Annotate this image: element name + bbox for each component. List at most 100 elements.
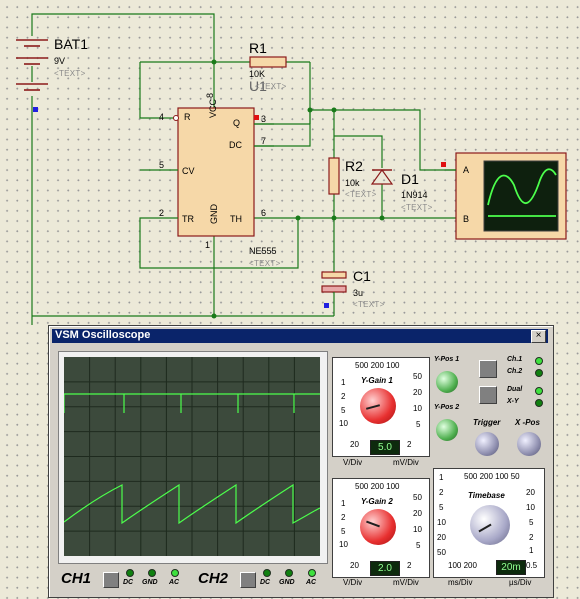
ch1-gnd-led: [148, 569, 156, 577]
pin-number-2: 2: [159, 208, 165, 218]
ygain2-left-10: 10: [339, 540, 348, 549]
pin-number-6: 6: [261, 208, 267, 218]
ygain1-top-scale: 500 200 100: [355, 361, 400, 370]
pin-number-8: 8: [205, 92, 215, 98]
pin-label-gnd: GND: [209, 204, 219, 224]
timebase-right-05: 0.5: [526, 561, 538, 570]
ygain1-knob-pointer: [365, 404, 381, 410]
ygain2-left-20: 20: [350, 561, 359, 570]
timebase-bottom-scale: 100 200: [448, 561, 477, 570]
ygain2-top-scale: 500 200 100: [355, 482, 400, 491]
ypos1-knob[interactable]: [436, 371, 458, 393]
timebase-usdiv: µs/Div: [509, 578, 532, 587]
ygain1-left-5: 5: [341, 406, 346, 415]
u1-text: <TEXT>: [249, 259, 281, 268]
bat1-name: BAT1: [54, 36, 88, 52]
ygain1-left-2: 2: [341, 392, 346, 401]
r2-value: 10k: [345, 178, 360, 188]
pin-label-dc: DC: [229, 140, 242, 150]
ygain1-vdiv: V/Div: [343, 458, 363, 467]
ygain1-right-50: 50: [413, 372, 422, 381]
scope-screen-frame: [58, 351, 328, 564]
ygain1-right-10: 10: [413, 404, 422, 413]
timebase-readout: 20m: [496, 560, 526, 575]
ygain1-panel: 500 200 100 1 2 5 10 20 50 20 10 5 2 Y-G…: [332, 357, 430, 457]
ypos2-label: Y-Pos 2: [434, 404, 460, 411]
mode-xy-led: [535, 399, 543, 407]
trigger-label: Trigger: [473, 418, 501, 427]
pin-label-tr: TR: [182, 214, 194, 224]
timebase-knob-pointer: [478, 523, 492, 533]
xpos-label: X -Pos: [515, 418, 540, 427]
ygain2-knob[interactable]: [360, 509, 396, 545]
mode-ch1-label: Ch.1: [507, 356, 523, 363]
ygain1-mvdiv: mV/Div: [393, 458, 419, 467]
timebase-knob[interactable]: [470, 505, 510, 545]
oscilloscope-window[interactable]: VSM Oscilloscope × CH1 DC GND AC CH2 DC …: [48, 325, 554, 598]
r1-name: R1: [249, 40, 267, 56]
pin-label-cv: CV: [182, 166, 195, 176]
mode-ch2-label: Ch.2: [507, 368, 523, 375]
ygain1-left-20: 20: [350, 440, 359, 449]
pin-label-q: Q: [233, 118, 241, 128]
ypos2-knob[interactable]: [436, 419, 458, 441]
pin-number-7: 7: [261, 136, 267, 146]
mode-ch2-led: [535, 369, 543, 377]
d1-value: 1N914: [401, 190, 428, 200]
timebase-right-5: 5: [529, 518, 534, 527]
d1-text: <TEXT>: [401, 203, 433, 212]
ygain1-knob[interactable]: [360, 388, 396, 424]
ch2-dc-led: [263, 569, 271, 577]
timebase-title: Timebase: [468, 491, 505, 500]
mode-ch1-led: [535, 357, 543, 365]
pin-number-4: 4: [159, 112, 165, 122]
c1-name: C1: [353, 268, 371, 284]
ch1-ac-label: AC: [169, 579, 180, 586]
timebase-left-2: 2: [439, 488, 444, 497]
timebase-left-20: 20: [437, 533, 446, 542]
bat1-text: <TEXT>: [54, 69, 86, 78]
ygain1-left-10: 10: [339, 419, 348, 428]
mode-select-button[interactable]: [479, 386, 497, 404]
r2-text: <TEXT>: [345, 190, 377, 199]
oscilloscope-titlebar[interactable]: VSM Oscilloscope ×: [52, 329, 548, 343]
ygain2-left-1: 1: [341, 499, 346, 508]
window-title: VSM Oscilloscope: [55, 329, 151, 341]
timebase-top-scale: 500 200 100 50: [464, 472, 520, 481]
timebase-right-1: 1: [529, 546, 534, 555]
timebase-right-2: 2: [529, 533, 534, 542]
scope-display: [63, 357, 321, 556]
ch1-dc-led: [126, 569, 134, 577]
pin-number-1: 1: [205, 240, 211, 250]
mode-dual-led: [535, 387, 543, 395]
ygain2-title: Y-Gain 2: [361, 497, 393, 506]
timebase-left-50: 50: [437, 548, 446, 557]
ygain2-right-10: 10: [413, 525, 422, 534]
ch2-label: CH2: [198, 570, 229, 587]
timebase-left-5: 5: [439, 503, 444, 512]
ch2-gnd-led: [285, 569, 293, 577]
ygain1-right-5: 5: [416, 420, 421, 429]
scope-input-a: A: [463, 165, 470, 175]
ch2-coupling-button[interactable]: [240, 572, 256, 588]
pin-number-3: 3: [261, 114, 267, 124]
ygain1-left-1: 1: [341, 378, 346, 387]
ch2-dc-label: DC: [260, 579, 271, 586]
r1-text: <TEXT>: [255, 82, 287, 91]
scope-traces: [63, 357, 321, 556]
pin-number-5: 5: [159, 160, 165, 170]
r2-name: R2: [345, 158, 363, 174]
ch1-dc-label: DC: [123, 579, 134, 586]
close-button[interactable]: ×: [531, 330, 546, 343]
channel-select-button[interactable]: [479, 360, 497, 378]
ygain1-readout: 5.0: [370, 440, 400, 455]
ch1-coupling-button[interactable]: [103, 572, 119, 588]
xpos-knob[interactable]: [517, 432, 541, 456]
timebase-right-20: 20: [526, 488, 535, 497]
ygain2-left-5: 5: [341, 527, 346, 536]
timebase-panel: 500 200 100 50 1 2 5 10 20 50 20 10 5 2 …: [433, 468, 545, 578]
ch1-ac-led: [171, 569, 179, 577]
mode-xy-label: X-Y: [507, 398, 519, 405]
trigger-knob[interactable]: [475, 432, 499, 456]
ygain2-mvdiv: mV/Div: [393, 578, 419, 587]
